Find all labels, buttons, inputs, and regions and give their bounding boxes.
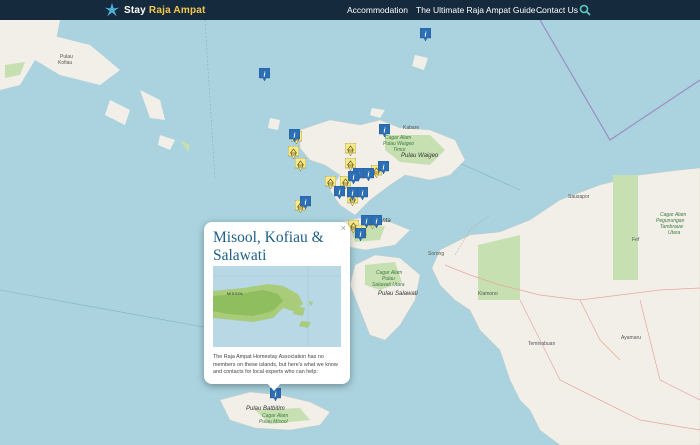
map-label-sorong: Sorong <box>428 251 445 257</box>
map-label-cagar-misool-2: Pulau Misool <box>259 419 288 425</box>
map-label-pulau-waigeo: Pulau Waigeo <box>401 153 439 159</box>
svg-text:i: i <box>383 163 385 171</box>
svg-text:i: i <box>352 189 354 197</box>
popup-title: Misool, Kofiau & Salawati <box>213 229 324 264</box>
svg-text:i: i <box>353 173 355 181</box>
map-label-north-island-2: Kofiau <box>58 60 73 66</box>
map-label-teminabuan: Teminabuan <box>528 341 556 347</box>
svg-text:i: i <box>339 188 341 196</box>
map-label-fef: Fef <box>632 237 640 243</box>
svg-text:i: i <box>366 217 368 225</box>
map-label-cagar-tambrauw-4: Utara <box>668 230 681 236</box>
info-marker-icon[interactable]: i <box>357 187 368 200</box>
info-marker-icon[interactable]: i <box>378 161 389 174</box>
homestay-marker-icon[interactable] <box>295 158 306 171</box>
search-icon[interactable] <box>579 4 591 16</box>
svg-text:i: i <box>305 198 307 206</box>
map-label-pulau-salawati: Pulau Salawati <box>378 291 418 297</box>
nav-ultimate-guide[interactable]: The Ultimate Raja Ampat Guide ⌄ <box>416 5 545 15</box>
map-label-kabare: Kabare <box>403 125 420 131</box>
info-marker-icon[interactable]: i <box>379 124 390 137</box>
info-marker-icon[interactable]: i <box>334 186 345 199</box>
starfish-icon <box>104 2 120 17</box>
map-label-cagar-salawati-3: Salawati Utara <box>372 282 405 288</box>
map-label-sausapor: Sausapor <box>568 194 590 200</box>
nav-guide-label: The Ultimate Raja Ampat Guide <box>416 5 536 15</box>
info-marker-icon[interactable]: i <box>259 68 270 81</box>
svg-text:i: i <box>360 230 362 238</box>
svg-text:i: i <box>264 70 266 78</box>
app: Stay Raja Ampat Accommodation The Ultima… <box>0 0 700 445</box>
svg-text:i: i <box>425 30 427 38</box>
info-marker-icon[interactable]: i <box>420 28 431 41</box>
map-label-klamono: Klamono <box>478 291 498 297</box>
location-popup: × Misool, Kofiau & Salawati MISOOL The R… <box>204 222 350 384</box>
popup-description: The Raja Ampat Homestay Association has … <box>213 354 338 375</box>
popup-pointer <box>267 383 281 391</box>
svg-text:i: i <box>275 390 277 398</box>
svg-text:i: i <box>362 189 364 197</box>
info-marker-icon[interactable]: i <box>363 168 374 181</box>
popup-map-image: MISOOL <box>213 266 341 347</box>
nav-contact-us[interactable]: Contact Us <box>536 5 578 15</box>
svg-text:i: i <box>384 126 386 134</box>
svg-text:i: i <box>294 131 296 139</box>
top-navbar: Stay Raja Ampat Accommodation The Ultima… <box>0 0 700 20</box>
homestay-marker-icon[interactable] <box>345 143 356 156</box>
info-marker-icon[interactable]: i <box>348 171 359 184</box>
misool-island-image <box>213 266 341 347</box>
map-label-pulau-misool: Pulau Batbitim <box>246 406 285 412</box>
map-label-ayamaru: Ayamaru <box>621 335 641 341</box>
info-marker-icon[interactable]: i <box>371 215 382 228</box>
popup-image-label: MISOOL <box>227 292 244 296</box>
svg-text:i: i <box>368 170 370 178</box>
brand-name: Stay Raja Ampat <box>124 4 206 16</box>
info-marker-icon[interactable]: i <box>289 129 300 142</box>
nav-accommodation[interactable]: Accommodation <box>347 5 408 15</box>
svg-text:i: i <box>376 217 378 225</box>
info-marker-icon[interactable]: i <box>355 228 366 241</box>
site-logo[interactable]: Stay Raja Ampat <box>104 2 206 18</box>
info-marker-icon[interactable]: i <box>300 196 311 209</box>
